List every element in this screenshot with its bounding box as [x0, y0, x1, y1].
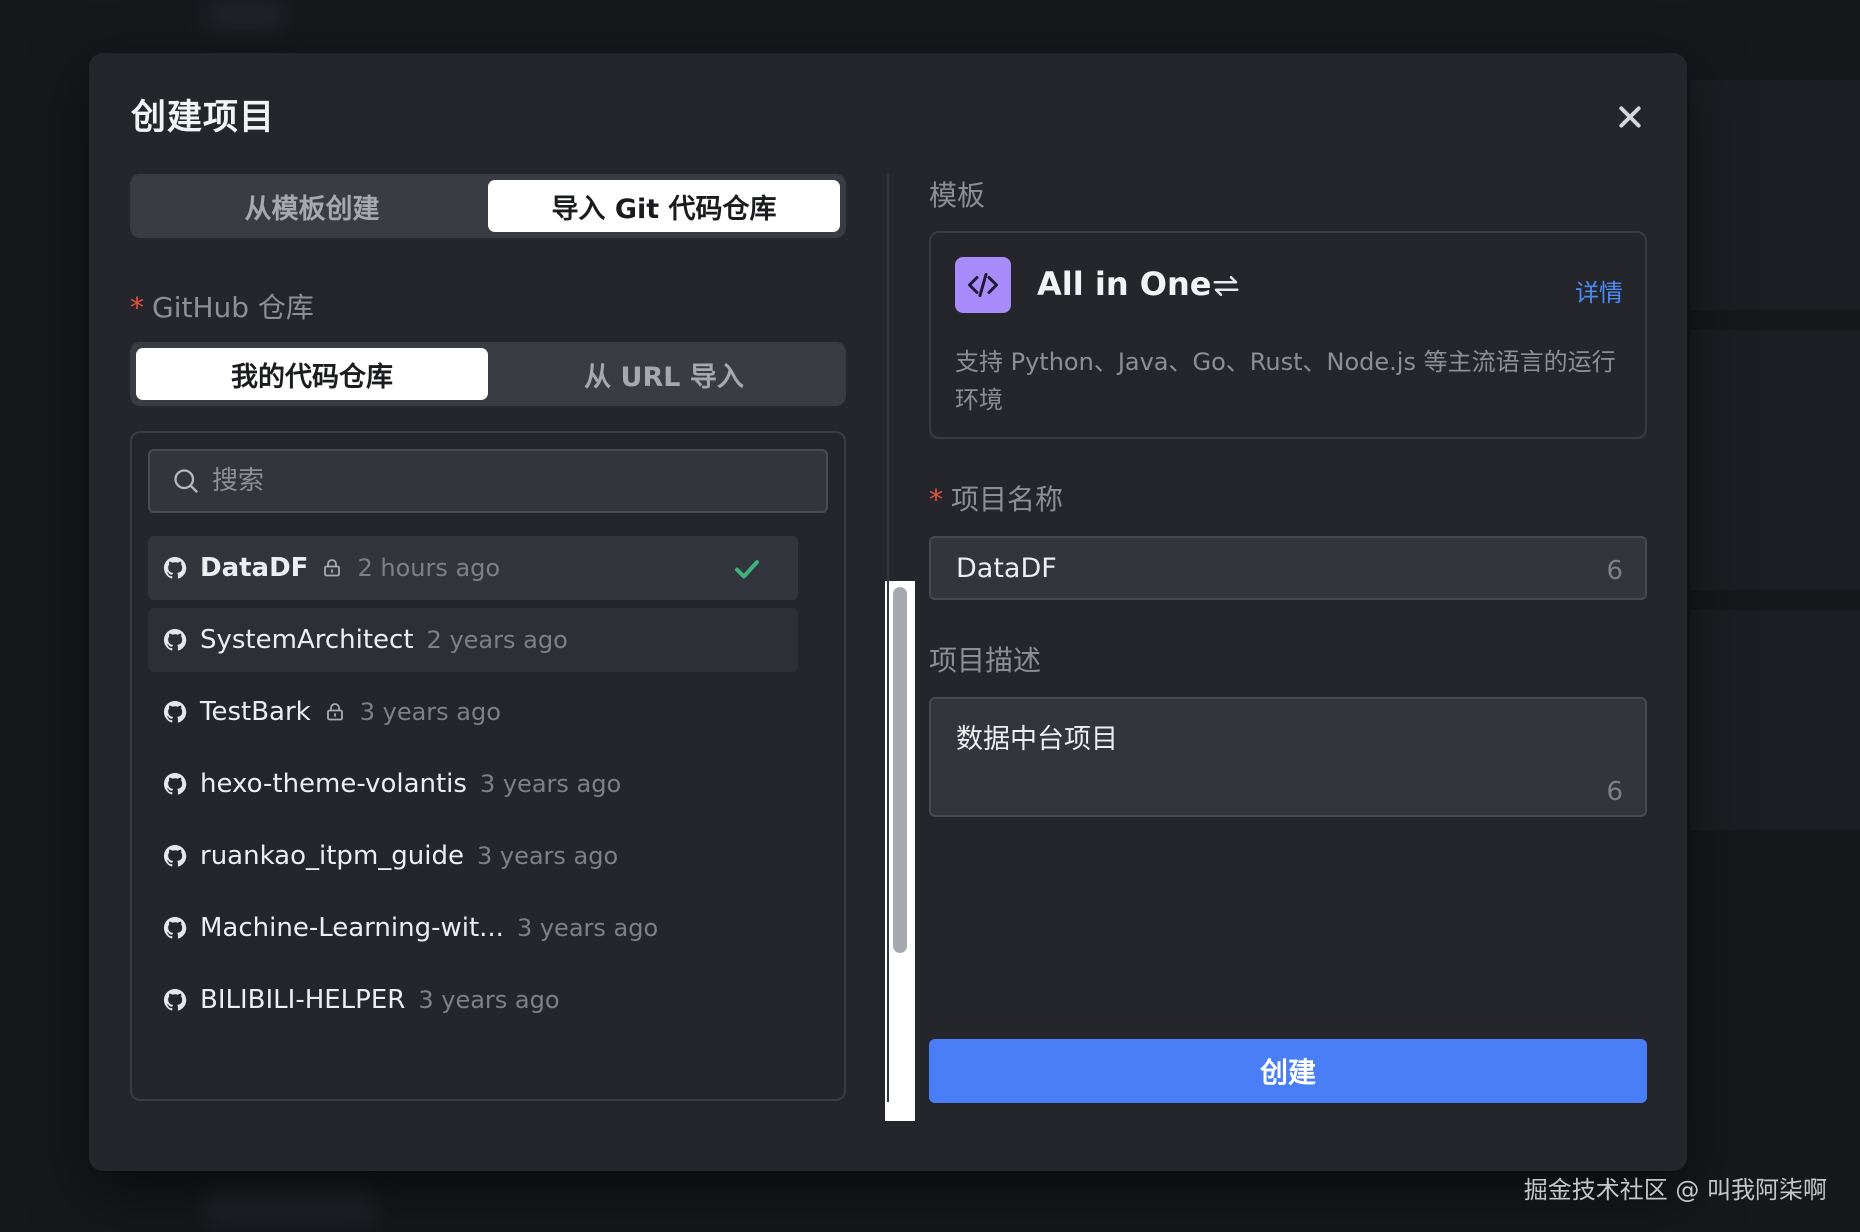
repo-item[interactable]: BILIBILI-HELPER 3 years ago — [148, 968, 798, 1032]
repo-item[interactable]: DataDF 2 hours ago — [148, 536, 798, 600]
repo-item[interactable]: TestBark 3 years ago — [148, 680, 798, 744]
tab-my-repos[interactable]: 我的代码仓库 — [136, 348, 488, 400]
repo-name: ruankao_itpm_guide — [200, 841, 464, 871]
repo-name: Machine-Learning-wit... — [200, 913, 504, 943]
background-panel — [1690, 330, 1860, 590]
github-icon — [163, 628, 187, 651]
lock-icon — [326, 703, 343, 721]
project-name-value[interactable]: DataDF — [956, 553, 1057, 584]
tab-import-git[interactable]: 导入 Git 代码仓库 — [488, 180, 840, 232]
background-panel — [1690, 80, 1860, 310]
github-icon — [163, 772, 187, 795]
template-name: All in One — [1037, 265, 1212, 303]
repo-updated-time: 3 years ago — [479, 770, 622, 798]
repo-item[interactable]: hexo-theme-volantis 3 years ago — [148, 752, 798, 816]
watermark: 掘金技术社区 @ 叫我阿柒啊 — [1523, 1176, 1827, 1204]
project-name-char-count: 6 — [1606, 556, 1623, 586]
repo-updated-time: 3 years ago — [516, 914, 659, 942]
repo-updated-time: 3 years ago — [359, 698, 501, 726]
repo-name: hexo-theme-volantis — [200, 769, 467, 799]
search-input[interactable] — [212, 466, 812, 496]
github-icon — [163, 916, 187, 939]
repo-list: DataDF 2 hours ago SystemArchitect 2 years … — [148, 536, 798, 1076]
project-name-label: * 项目名称 — [929, 478, 1063, 518]
github-icon — [163, 700, 187, 723]
required-mark: * — [929, 483, 943, 516]
check-icon — [735, 560, 759, 579]
repo-panel: DataDF 2 hours ago SystemArchitect 2 years … — [130, 431, 846, 1101]
github-repo-label: * GitHub 仓库 — [130, 286, 314, 326]
repo-name: BILIBILI-HELPER — [200, 985, 406, 1015]
template-description: 支持 Python、Java、Go、Rust、Node.js 等主流语言的运行环… — [955, 348, 1616, 414]
template-label: 模板 — [929, 179, 986, 212]
repo-updated-time: 2 hours ago — [357, 554, 501, 582]
close-icon — [1619, 106, 1641, 128]
background-panel — [1690, 610, 1860, 830]
scrollbar-thumb[interactable] — [893, 587, 907, 953]
tab-import-url[interactable]: 从 URL 导入 — [488, 348, 840, 400]
project-desc-char-count: 6 — [1606, 777, 1623, 807]
close-button[interactable] — [1610, 97, 1650, 137]
project-name-field[interactable]: DataDF 6 — [929, 536, 1647, 600]
template-card: All in One 详情 支持 Python、Java、Go、Rust、Nod… — [929, 231, 1647, 439]
repo-name: TestBark — [200, 697, 311, 727]
search-box[interactable] — [148, 449, 828, 513]
project-desc-label: 项目描述 — [929, 644, 1042, 677]
repo-item[interactable]: Machine-Learning-wit... 3 years ago — [148, 896, 798, 960]
repo-item[interactable]: SystemArchitect 2 years ago — [148, 608, 798, 672]
project-name-label-text: 项目名称 — [951, 483, 1064, 516]
github-icon — [163, 556, 187, 579]
repo-updated-time: 3 years ago — [418, 986, 560, 1014]
repo-item[interactable]: ruankao_itpm_guide 3 years ago — [148, 824, 798, 888]
repo-source-tabs: 我的代码仓库 从 URL 导入 — [130, 342, 846, 406]
lock-icon — [324, 559, 341, 577]
repo-updated-time: 3 years ago — [476, 842, 619, 870]
background-blurred-text — [205, 0, 285, 30]
project-desc-field[interactable]: 数据中台项目 6 — [929, 697, 1647, 817]
template-detail-link[interactable]: 详情 — [1575, 273, 1623, 308]
github-icon — [163, 988, 187, 1011]
code-icon — [955, 257, 1011, 313]
github-repo-label-text: GitHub 仓库 — [152, 291, 314, 324]
repo-name: DataDF — [200, 553, 309, 583]
switch-template-icon[interactable] — [1211, 271, 1241, 301]
dialog-title: 创建项目 — [131, 98, 276, 138]
source-tabs: 从模板创建 导入 Git 代码仓库 — [130, 174, 846, 238]
create-project-dialog: 创建项目 从模板创建 导入 Git 代码仓库 * GitHub 仓库 我的代码仓库… — [89, 53, 1687, 1171]
required-mark: * — [130, 291, 144, 324]
repo-list-scrollbar[interactable] — [885, 581, 915, 1121]
repo-name: SystemArchitect — [200, 625, 414, 655]
search-icon — [174, 469, 198, 493]
project-desc-value[interactable]: 数据中台项目 — [956, 717, 1118, 756]
column-divider — [887, 174, 889, 1102]
repo-updated-time: 2 years ago — [426, 626, 568, 654]
tab-from-template[interactable]: 从模板创建 — [136, 180, 488, 232]
background-blurred-text — [205, 1190, 375, 1224]
create-button[interactable]: 创建 — [929, 1039, 1647, 1103]
github-icon — [163, 844, 187, 867]
